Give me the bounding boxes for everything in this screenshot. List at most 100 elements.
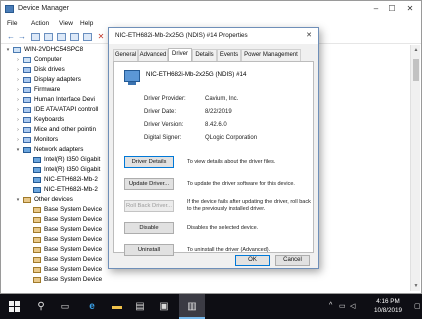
collapse-arrow-icon[interactable]: ▾ xyxy=(15,195,21,205)
edge-browser-icon[interactable]: e xyxy=(84,294,100,319)
dialog-close-button[interactable]: ✕ xyxy=(303,30,315,41)
scroll-thumb[interactable] xyxy=(413,59,419,81)
scan-hardware-icon[interactable] xyxy=(70,33,79,41)
disk-drive-icon xyxy=(23,67,31,73)
minimize-button[interactable]: – xyxy=(369,3,383,15)
scroll-down-arrow-icon[interactable]: ▼ xyxy=(411,281,421,291)
hid-icon xyxy=(23,97,31,103)
tab-driver[interactable]: Driver xyxy=(168,48,192,61)
uninstall-description: To uninstall the driver (Advanced). xyxy=(187,247,271,253)
keyboard-icon xyxy=(23,117,31,123)
expand-arrow-icon[interactable]: › xyxy=(15,95,21,105)
driver-version-value: 8.42.6.0 xyxy=(205,122,227,128)
digital-signer-label: Digital Signer: xyxy=(144,135,182,141)
ok-button[interactable]: OK xyxy=(235,255,270,266)
tree-item-label: Base System Device xyxy=(44,236,103,243)
powershell-icon[interactable]: ▣ xyxy=(156,294,172,319)
start-button[interactable] xyxy=(9,301,20,312)
menu-view[interactable]: View xyxy=(59,20,73,27)
back-arrow-icon[interactable]: ← xyxy=(6,32,16,42)
expand-arrow-icon[interactable]: › xyxy=(15,125,21,135)
title-bar[interactable]: Device Manager – ☐ ✕ xyxy=(1,1,421,18)
device-manager-taskbar-button[interactable]: ▥ xyxy=(179,294,205,319)
warning-device-icon xyxy=(33,277,41,283)
dialog-title-bar[interactable]: NIC-ETH682i-Mb-2x25G (NDIS) #14 Properti… xyxy=(109,28,318,44)
ide-icon xyxy=(23,107,31,113)
tree-item-label: Keyboards xyxy=(34,116,65,123)
tree-item-label: WIN-2VDHC54SPC8 xyxy=(24,46,84,53)
disable-description: Disables the selected device. xyxy=(187,225,259,231)
menu-file[interactable]: File xyxy=(7,20,17,27)
expand-arrow-icon[interactable]: › xyxy=(15,135,21,145)
warning-device-icon xyxy=(33,257,41,263)
taskbar: ⚲ ▭ e ▬ ▤ ▣ ▥ ^ ▭ ◁ 4:16 PM 10/8/2019 ▢ xyxy=(0,294,422,319)
volume-icon[interactable]: ◁ xyxy=(350,302,355,310)
other-devices-icon xyxy=(23,197,31,203)
maximize-button[interactable]: ☐ xyxy=(385,3,399,15)
notifications-icon[interactable]: ▢ xyxy=(414,302,421,310)
driver-date-value: 8/22/2019 xyxy=(205,109,232,115)
help-icon[interactable] xyxy=(57,33,66,41)
warning-device-icon xyxy=(33,227,41,233)
computer-icon xyxy=(23,57,31,63)
network-card-icon xyxy=(33,177,41,183)
forward-arrow-icon[interactable]: → xyxy=(17,32,27,42)
collapse-arrow-icon[interactable]: ▾ xyxy=(15,145,21,155)
network-adapter-icon xyxy=(124,70,140,85)
tree-item-label: Firmware xyxy=(34,86,61,93)
tab-general[interactable]: General xyxy=(113,49,138,61)
tree-item-label: Monitors xyxy=(34,136,59,143)
tree-item-label: Disk drives xyxy=(34,66,65,73)
tree-item-label: Display adapters xyxy=(34,76,81,83)
file-explorer-icon[interactable]: ▬ xyxy=(109,294,125,319)
expand-arrow-icon[interactable]: › xyxy=(15,65,21,75)
expand-arrow-icon[interactable]: › xyxy=(15,105,21,115)
menu-help[interactable]: Help xyxy=(80,20,93,27)
tree-item[interactable]: Base System Device xyxy=(3,275,403,285)
device-manager-taskbar-icon: ▥ xyxy=(187,301,197,312)
driver-details-button[interactable]: Driver Details xyxy=(124,156,174,168)
tree-item-label: Base System Device xyxy=(44,246,103,253)
driver-version-label: Driver Version: xyxy=(144,122,184,128)
tree-item-label: Intel(R) I350 Gigabit xyxy=(44,156,101,163)
server-manager-icon[interactable]: ▤ xyxy=(132,294,148,319)
tree-item-label: Network adapters xyxy=(34,146,84,153)
tree-item-label: Intel(R) I350 Gigabit xyxy=(44,166,101,173)
task-view-icon[interactable]: ▭ xyxy=(58,294,72,319)
vertical-scrollbar[interactable]: ▲ ▼ xyxy=(410,45,420,291)
uninstall-device-icon[interactable]: ✕ xyxy=(96,32,106,42)
driver-provider-label: Driver Provider: xyxy=(144,96,186,102)
scroll-up-arrow-icon[interactable]: ▲ xyxy=(411,45,421,55)
driver-date-label: Driver Date: xyxy=(144,109,177,115)
computer-toolbar-icon[interactable] xyxy=(83,33,92,41)
tree-item-label: Base System Device xyxy=(44,206,103,213)
expand-arrow-icon[interactable]: › xyxy=(15,85,21,95)
network-card-icon xyxy=(33,167,41,173)
expand-arrow-icon[interactable]: › xyxy=(15,115,21,125)
cancel-button[interactable]: Cancel xyxy=(275,255,310,266)
digital-signer-value: QLogic Corporation xyxy=(205,135,258,141)
close-button[interactable]: ✕ xyxy=(403,3,417,15)
disable-button[interactable]: Disable xyxy=(124,222,174,234)
tree-item-label: Base System Device xyxy=(44,276,103,283)
tray-expand-icon[interactable]: ^ xyxy=(329,302,332,309)
expand-arrow-icon[interactable]: › xyxy=(15,75,21,85)
roll-back-driver-button[interactable]: Roll Back Driver... xyxy=(124,200,174,212)
properties-icon[interactable] xyxy=(44,33,53,41)
warning-device-icon xyxy=(33,247,41,253)
tab-events[interactable]: Events xyxy=(217,49,241,61)
update-driver-button[interactable]: Update Driver... xyxy=(124,178,174,190)
tab-advanced[interactable]: Advanced xyxy=(138,49,168,61)
collapse-arrow-icon[interactable]: ▾ xyxy=(5,45,11,55)
tab-power-management[interactable]: Power Management xyxy=(241,49,301,61)
expand-arrow-icon[interactable]: › xyxy=(15,55,21,65)
search-icon[interactable]: ⚲ xyxy=(34,294,48,319)
device-manager-icon xyxy=(5,5,14,13)
tab-details[interactable]: Details xyxy=(192,49,217,61)
show-hide-tree-icon[interactable] xyxy=(31,33,40,41)
display-adapter-icon xyxy=(23,77,31,83)
uninstall-button[interactable]: Uninstall xyxy=(124,244,174,256)
clock[interactable]: 4:16 PM 10/8/2019 xyxy=(360,297,416,315)
menu-action[interactable]: Action xyxy=(31,20,49,27)
network-status-icon[interactable]: ▭ xyxy=(339,302,346,310)
